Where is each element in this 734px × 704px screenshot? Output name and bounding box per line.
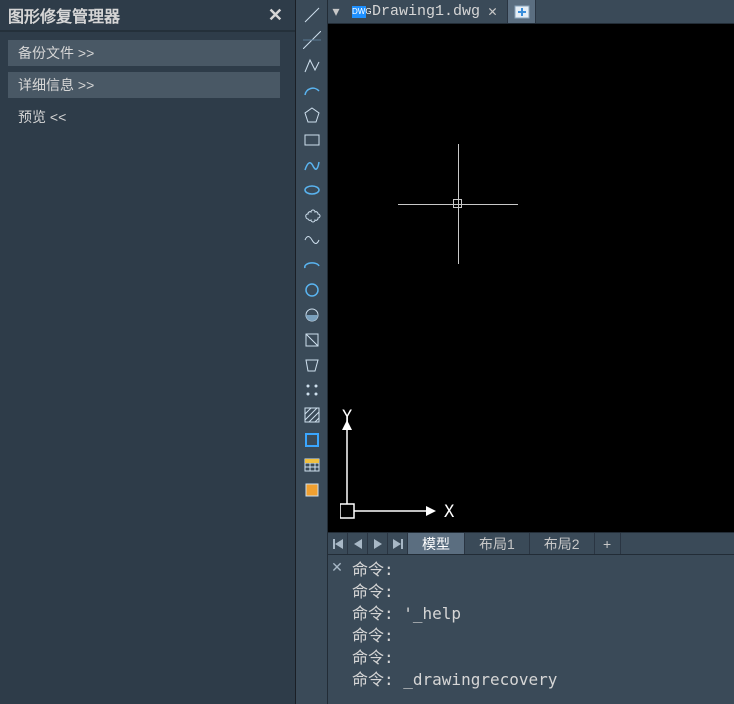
cmd-line: 命令: '_help (352, 604, 461, 623)
drawing-recovery-panel: 图形修复管理器 ✕ 备份文件 >> 详细信息 >> 预览 << (0, 0, 296, 704)
spline-fit-icon[interactable] (300, 154, 324, 176)
revision-cloud-icon[interactable] (300, 204, 324, 226)
scroll-home-icon[interactable] (328, 533, 348, 554)
scroll-left-icon[interactable] (348, 533, 368, 554)
layout-tab-model[interactable]: 模型 (408, 533, 465, 554)
panel-header: 图形修复管理器 ✕ (0, 0, 295, 32)
cmd-line: 命令: (352, 560, 394, 579)
cmd-line: 命令: (352, 648, 394, 667)
drawing-canvas[interactable]: Y X (328, 24, 734, 532)
wipeout-icon[interactable] (300, 354, 324, 376)
region-icon[interactable] (300, 329, 324, 351)
draw-toolbar (296, 0, 328, 704)
dwg-file-icon: DWG (352, 6, 366, 18)
rectangle-icon[interactable] (300, 129, 324, 151)
boundary-icon[interactable] (300, 429, 324, 451)
ucs-x-label: X (444, 502, 454, 522)
point-icon[interactable] (300, 379, 324, 401)
polygon-icon[interactable] (300, 104, 324, 126)
table-icon[interactable] (300, 454, 324, 476)
panel-body: 备份文件 >> 详细信息 >> 预览 << (0, 32, 295, 138)
cmd-line: 命令: (352, 582, 394, 601)
command-history[interactable]: 命令: 命令: 命令: '_help 命令: 命令: 命令: _drawingr… (346, 555, 734, 704)
hatch-icon[interactable] (300, 404, 324, 426)
construction-line-icon[interactable] (300, 29, 324, 51)
line-icon[interactable] (300, 4, 324, 26)
command-window: ✕ 命令: 命令: 命令: '_help 命令: 命令: 命令: _drawin… (328, 554, 734, 704)
close-icon[interactable]: ✕ (264, 5, 287, 26)
new-tab-button[interactable] (508, 0, 536, 23)
cmd-line: 命令: _drawingrecovery (352, 670, 557, 689)
layout-tab-bar: 模型 布局1 布局2 + (328, 532, 734, 554)
ellipse-icon[interactable] (300, 179, 324, 201)
close-icon[interactable]: ✕ (328, 555, 346, 704)
doc-dropdown-icon[interactable]: ▾ (328, 0, 344, 23)
doc-tab-drawing1[interactable]: DWG Drawing1.dwg ✕ (344, 0, 508, 23)
details-section[interactable]: 详细信息 >> (8, 72, 280, 98)
ellipse-arc-icon[interactable] (300, 254, 324, 276)
ucs-y-label: Y (342, 407, 352, 427)
preview-section[interactable]: 预览 << (8, 104, 287, 130)
donut-icon[interactable] (300, 304, 324, 326)
layout-tab-layout1[interactable]: 布局1 (465, 533, 530, 554)
gradient-icon[interactable] (300, 479, 324, 501)
spline-cv-icon[interactable] (300, 229, 324, 251)
add-layout-button[interactable]: + (595, 533, 621, 554)
arc-icon[interactable] (300, 79, 324, 101)
doc-tab-label: Drawing1.dwg (372, 3, 480, 20)
scroll-end-icon[interactable] (388, 533, 408, 554)
backup-files-section[interactable]: 备份文件 >> (8, 40, 280, 66)
scroll-right-icon[interactable] (368, 533, 388, 554)
document-tab-bar: ▾ DWG Drawing1.dwg ✕ (328, 0, 734, 24)
polyline-icon[interactable] (300, 54, 324, 76)
cmd-line: 命令: (352, 626, 394, 645)
panel-title: 图形修复管理器 (8, 3, 120, 27)
layout-tab-layout2[interactable]: 布局2 (530, 533, 595, 554)
close-icon[interactable]: ✕ (486, 2, 499, 21)
ucs-icon (340, 400, 460, 520)
right-area: ▾ DWG Drawing1.dwg ✕ Y X (328, 0, 734, 704)
circle-icon[interactable] (300, 279, 324, 301)
